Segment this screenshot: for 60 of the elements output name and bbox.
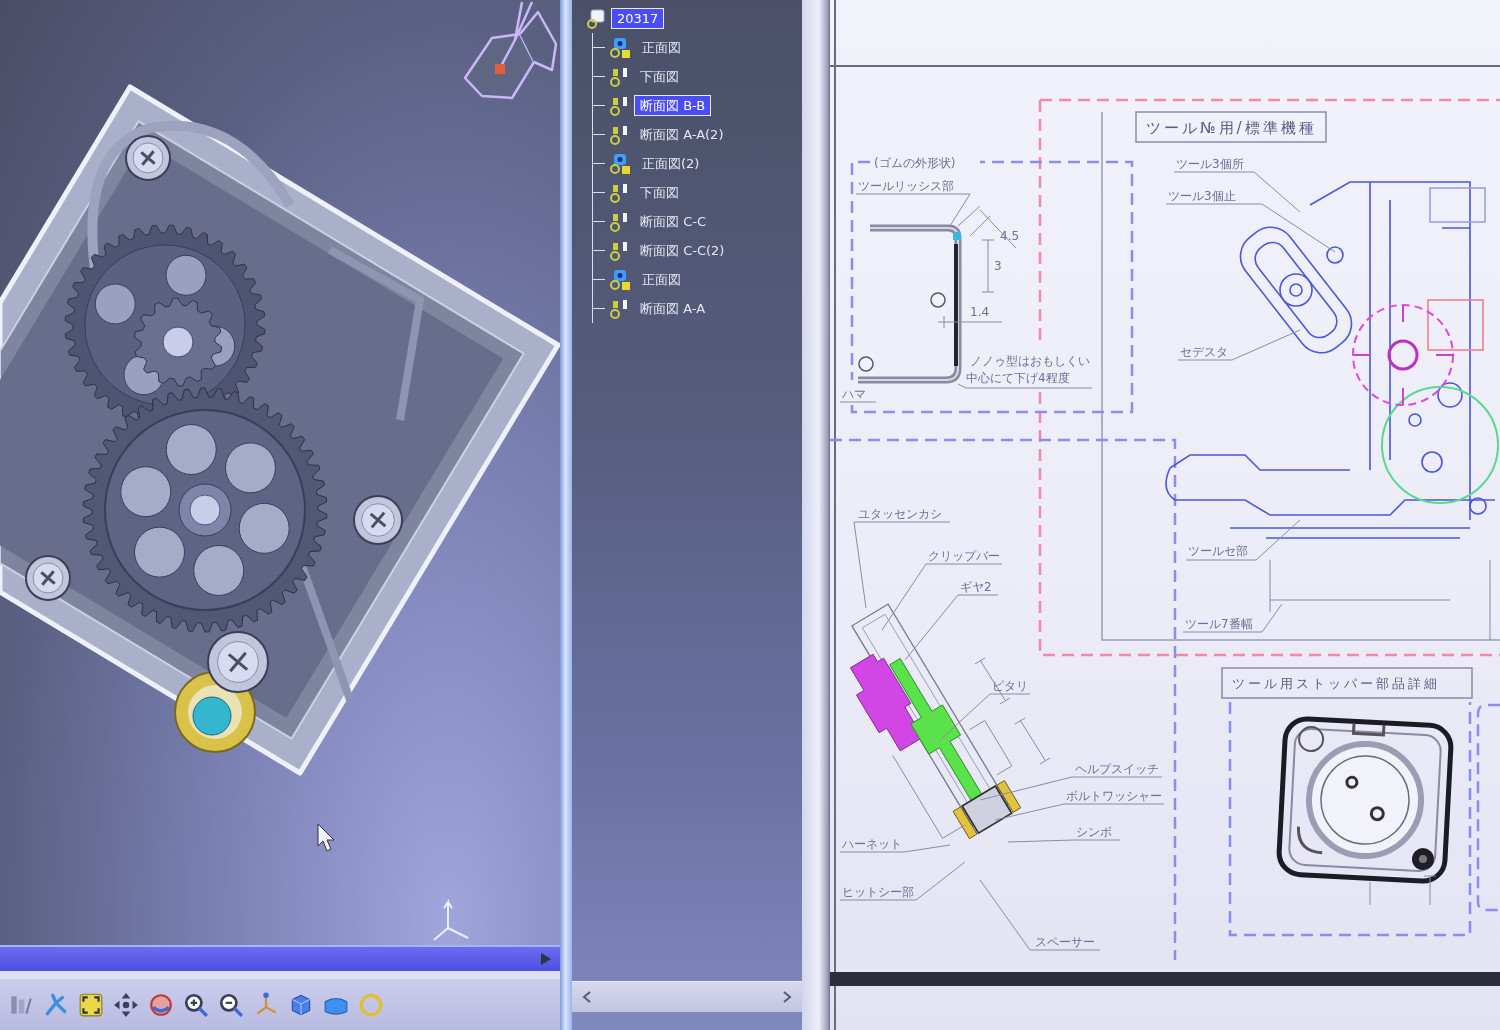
dimension-line [937, 315, 1003, 329]
tree-item[interactable]: 下面図 [635, 183, 684, 202]
dimension-value: 1.4 [970, 305, 990, 319]
horizontal-scrollbar[interactable] [0, 945, 560, 971]
annotation-label: ギヤ2 [960, 580, 992, 594]
view-frame-icon [609, 37, 633, 58]
annotation-label: ツール3個止 [1168, 189, 1236, 203]
tree-item[interactable]: 正面図 [637, 270, 686, 289]
view-title: ツール用ストッパー部品詳細 [1221, 667, 1473, 699]
tree-item[interactable]: 下面図 [635, 67, 684, 86]
pan-icon[interactable] [113, 991, 139, 1018]
tree-item[interactable]: 20317 [612, 9, 664, 28]
dimension-line [1369, 875, 1437, 906]
annotation-label: ヒットシー部 [842, 885, 914, 899]
dimension-value: 4.5 [1000, 229, 1020, 243]
annotation-label: ハーネット [842, 837, 902, 851]
orientation-compass[interactable] [463, 0, 558, 100]
annotation-label: ツールリッシス部 [858, 179, 954, 193]
tree-item[interactable]: 断面図 A-A [635, 299, 711, 318]
annotation-label: ヘルプスイッチ [1075, 762, 1159, 776]
circle-marker-icon [930, 292, 946, 308]
scroll-right-icon[interactable] [540, 952, 552, 966]
tree-item[interactable]: 断面図 C-C [635, 212, 711, 231]
view-title: ツール№用/標準機種 [1135, 111, 1327, 143]
annotation-label: シンボ [1076, 825, 1112, 839]
sheet-icon [586, 8, 608, 29]
zoom-out-icon[interactable] [218, 991, 244, 1018]
tree-item[interactable]: 正面図(2) [637, 154, 705, 173]
zoom-in-icon[interactable] [183, 991, 209, 1018]
annotation-label: ハマ [842, 387, 866, 401]
mouse-cursor-icon [317, 823, 335, 852]
annotation-label: クリップバー [928, 549, 1000, 563]
tree-item[interactable]: 断面図 B-B [635, 96, 711, 115]
leader-line [839, 401, 877, 403]
note-text: ノノゥ型はおもしくい 中心にて下げ4程度 [966, 354, 1090, 385]
scroll-left-icon[interactable] [582, 990, 592, 1004]
dimension-value: 3 [994, 259, 1002, 273]
annotation-label: スペーサー [1035, 935, 1095, 949]
annotation-label: ツール3個所 [1176, 157, 1244, 171]
stick-figure-icon[interactable] [43, 991, 69, 1018]
tree-item[interactable]: 断面図 C-C(2) [635, 241, 730, 260]
axis-triad-icon [433, 898, 469, 941]
annotation-label: ボルトワッシャー [1066, 789, 1162, 803]
annotation-label: ツールセ部 [1188, 544, 1248, 558]
annotation-label: セデスタ [1180, 345, 1228, 359]
circle-marker-icon [858, 356, 874, 372]
scroll-right-icon[interactable] [782, 990, 792, 1004]
annotation-label: (ゴムの外形状) [874, 156, 956, 170]
tree-item[interactable]: 断面図 A-A(2) [635, 125, 729, 144]
model-viewport[interactable] [0, 0, 560, 945]
tree-item[interactable]: 正面図 [637, 38, 686, 57]
panel-splitter[interactable] [802, 0, 830, 1030]
dimension-line [1014, 717, 1051, 765]
rotate-icon[interactable] [148, 991, 174, 1018]
annotation-label: ピタリ [992, 679, 1028, 693]
annotation-label: ツール7番幅 [1185, 617, 1253, 631]
annotation-label: ユタッセンカシ [858, 507, 942, 521]
view-frame-icon [609, 269, 633, 290]
fit-all-icon[interactable] [78, 991, 104, 1018]
view-frame-icon [609, 153, 633, 174]
